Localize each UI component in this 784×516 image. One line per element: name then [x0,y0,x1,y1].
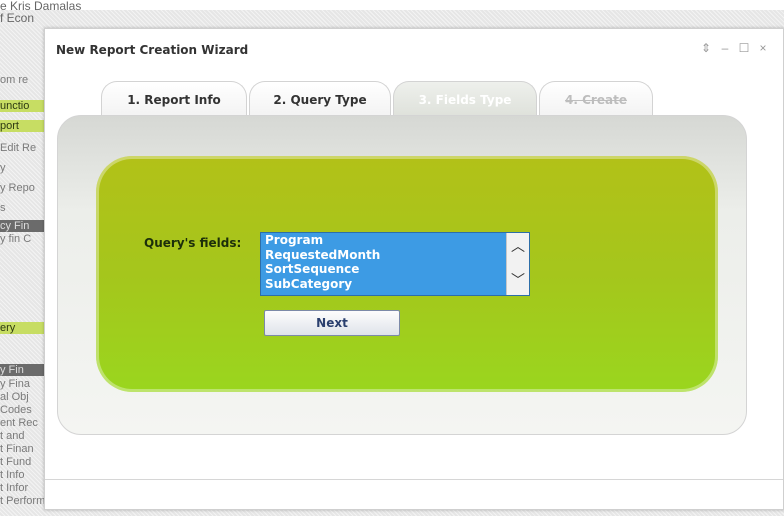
background-nav-item: al Obj [0,391,29,403]
minimize-icon[interactable]: – [719,41,731,55]
next-button[interactable]: Next [264,310,400,336]
background-nav-item: y Fin [0,364,44,376]
background-nav-item: om re [0,74,29,86]
background-nav-item: ery [0,322,44,334]
background-nav-item: t Info [0,469,25,481]
listbox-scrollbar[interactable]: ︿ ﹀ [506,233,529,295]
wizard-content-panel: Query's fields: Program RequestedMonth S… [57,115,747,435]
scroll-down-icon[interactable]: ﹀ [507,273,529,287]
query-fields-label: Query's fields: [144,236,242,250]
resize-icon[interactable]: ⇕ [700,41,712,55]
maximize-icon[interactable]: ☐ [738,41,750,55]
background-header-strip [0,0,784,10]
background-nav-item: t Infor [0,482,29,494]
listbox-option[interactable]: RequestedMonth [261,247,505,262]
background-user-org: f Econ [0,11,35,25]
listbox-option[interactable]: Program [261,233,505,248]
background-nav-item: ent Rec [0,417,38,429]
background-nav-item: s [0,202,6,214]
background-nav-item: t Performance [0,495,44,507]
dialog-footer-divider [45,479,783,480]
background-nav-item: port [0,120,44,132]
listbox-option[interactable]: SubCategory [261,276,505,291]
background-nav-item: Edit Re [0,142,37,154]
background-nav-item: y [0,162,6,174]
background-nav-item: t and [0,430,25,442]
background-nav-item: y fin C [0,233,32,245]
background-nav-item: unctio [0,100,44,112]
background-nav-item: Codes [0,404,32,416]
background-nav-item: y Fina [0,378,30,390]
report-wizard-dialog: New Report Creation Wizard ⇕ – ☐ × 1. Re… [44,28,784,510]
background-nav-item: cy Fin [0,220,44,232]
close-icon[interactable]: × [757,41,769,55]
background-nav-item: t Finan [0,443,34,455]
scroll-up-icon[interactable]: ︿ [507,239,529,253]
query-fields-listbox[interactable]: Program RequestedMonth SortSequence SubC… [260,232,530,296]
window-controls: ⇕ – ☐ × [700,41,769,55]
listbox-items: Program RequestedMonth SortSequence SubC… [261,233,505,291]
dialog-title: New Report Creation Wizard [56,43,249,57]
background-nav-item: t Fund [0,456,32,468]
listbox-option[interactable]: SortSequence [261,262,505,277]
background-nav-item: y Repo [0,182,35,194]
fields-step-box: Query's fields: Program RequestedMonth S… [96,156,718,392]
